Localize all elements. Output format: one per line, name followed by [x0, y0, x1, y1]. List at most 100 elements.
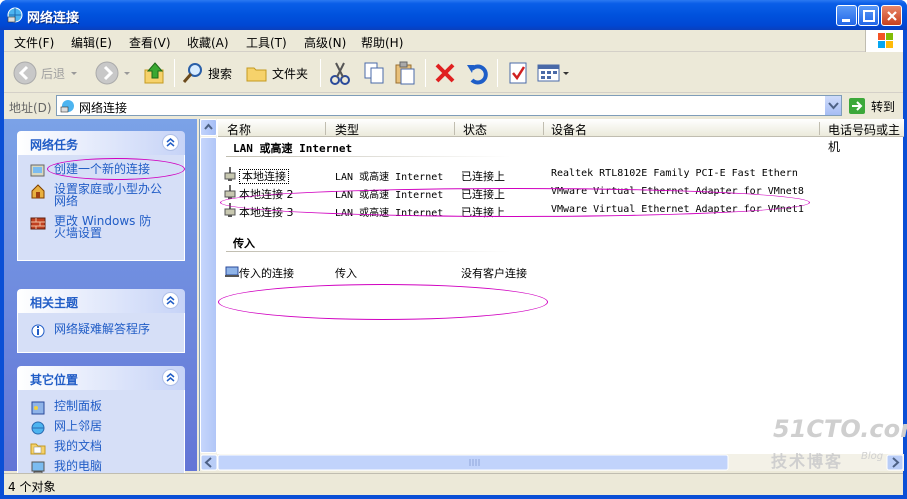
vertical-scrollbar[interactable] — [200, 119, 217, 471]
properties-button[interactable] — [505, 59, 531, 87]
folders-button[interactable]: 文件夹 — [245, 59, 308, 87]
menu-file[interactable]: 文件(F) — [14, 34, 54, 51]
network-tasks-header[interactable]: 网络任务 — [17, 131, 185, 155]
network-connections-icon — [7, 7, 23, 23]
views-button[interactable] — [536, 59, 570, 87]
other-places-header[interactable]: 其它位置 — [17, 366, 185, 390]
task-label: 创建一个新的连接 — [54, 162, 151, 176]
forward-button[interactable] — [94, 59, 132, 87]
go-label: 转到 — [871, 99, 896, 114]
row-type: 传入 — [335, 267, 357, 280]
horizontal-scrollbar[interactable] — [200, 454, 904, 471]
place-network-neighborhood[interactable]: 网上邻居 — [18, 420, 184, 435]
title-bar[interactable]: 网络连接 — [0, 0, 907, 30]
related-topics-panel: 相关主题 网络疑难解答程序 — [17, 289, 185, 353]
address-input[interactable]: 网络连接 — [56, 95, 842, 116]
column-phone[interactable]: 电话号码或主机 — [828, 121, 904, 155]
menu-bar: 文件(F) 编辑(E) 查看(V) 收藏(A) 工具(T) 高级(N) 帮助(H… — [4, 30, 903, 52]
table-row[interactable]: 本地连接 LAN 或高速 Internet 已连接上 Realtek RTL81… — [218, 166, 904, 184]
row-name: 传入的连接 — [239, 267, 294, 280]
table-row[interactable]: 传入的连接 传入 没有客户连接 — [218, 263, 904, 280]
search-label: 搜索 — [208, 66, 233, 81]
search-button[interactable]: 搜索 — [181, 59, 232, 87]
window-title: 网络连接 — [27, 11, 80, 26]
paste-button[interactable] — [392, 59, 418, 87]
place-control-panel[interactable]: 控制面板 — [18, 400, 184, 415]
scroll-up-button[interactable] — [200, 119, 217, 136]
menu-favorites[interactable]: 收藏(A) — [187, 34, 229, 51]
task-home-network[interactable]: 设置家庭或小型办公网络 — [18, 183, 168, 207]
close-button[interactable] — [881, 5, 902, 26]
scissors-icon — [330, 62, 350, 85]
collapse-button[interactable] — [162, 369, 179, 386]
maximize-button[interactable] — [858, 5, 879, 26]
task-troubleshooter[interactable]: 网络疑难解答程序 — [18, 322, 184, 338]
row-device: VMware Virtual Ethernet Adapter for VMne… — [551, 204, 804, 215]
search-icon — [182, 63, 202, 83]
table-row[interactable]: 本地连接 3 LAN 或高速 Internet 已连接上 VMware Virt… — [218, 202, 904, 219]
column-divider[interactable] — [325, 122, 326, 135]
menu-view[interactable]: 查看(V) — [129, 34, 171, 51]
row-type: LAN 或高速 Internet — [335, 190, 444, 201]
menu-tools[interactable]: 工具(T) — [246, 34, 287, 51]
minimize-button[interactable] — [836, 5, 857, 26]
network-tasks-body: 创建一个新的连接 设置家庭或小型办公网络 更改 Windows 防火墙设置 — [17, 155, 185, 261]
row-name: 本地连接 — [239, 168, 289, 184]
window-client: 文件(F) 编辑(E) 查看(V) 收藏(A) 工具(T) 高级(N) 帮助(H… — [4, 30, 904, 495]
undo-icon — [467, 64, 488, 85]
toolbar: 后退 搜索 文件夹 — [4, 53, 903, 93]
column-divider[interactable] — [543, 122, 544, 135]
place-my-computer[interactable]: 我的电脑 — [18, 460, 184, 476]
column-type[interactable]: 类型 — [335, 121, 359, 138]
windows-flag-icon — [878, 33, 893, 48]
collapse-button[interactable] — [162, 292, 179, 309]
copy-button[interactable] — [361, 59, 387, 87]
properties-icon — [509, 62, 527, 84]
address-dropdown-button[interactable] — [824, 96, 841, 115]
content-pane: 名称 类型 状态 设备名 电话号码或主机 LAN 或高速 Internet 本地… — [199, 119, 904, 471]
back-button[interactable]: 后退 — [12, 59, 79, 87]
scroll-thumb[interactable] — [200, 137, 217, 453]
task-create-connection[interactable]: 创建一个新的连接 — [18, 162, 184, 177]
column-status[interactable]: 状态 — [463, 121, 487, 138]
undo-button[interactable] — [464, 59, 490, 87]
task-label: 更改 Windows 防火墙设置 — [54, 214, 152, 240]
incoming-connection-icon — [225, 266, 239, 277]
row-status: 已连接上 — [461, 206, 505, 219]
home-network-icon — [31, 184, 45, 199]
horizontal-scrollbar-track — [200, 454, 904, 471]
task-label: 网络疑难解答程序 — [54, 322, 151, 336]
network-connections-icon — [60, 100, 74, 113]
cut-button[interactable] — [327, 59, 353, 87]
menu-advanced[interactable]: 高级(N) — [304, 34, 346, 51]
delete-button[interactable] — [432, 59, 458, 87]
menu-help[interactable]: 帮助(H) — [361, 34, 403, 51]
back-arrow-icon — [13, 61, 37, 85]
collapse-button[interactable] — [162, 134, 179, 151]
task-firewall[interactable]: 更改 Windows 防火墙设置 — [18, 215, 158, 239]
column-name[interactable]: 名称 — [227, 121, 251, 138]
place-my-documents[interactable]: 我的文档 — [18, 439, 184, 455]
folder-icon — [246, 67, 267, 82]
firewall-icon — [30, 217, 46, 230]
row-device: VMware Virtual Ethernet Adapter for VMne… — [551, 186, 804, 197]
menu-edit[interactable]: 编辑(E) — [71, 34, 112, 51]
double-chevron-up-icon — [166, 138, 175, 147]
column-divider[interactable] — [819, 122, 820, 135]
status-text: 4 个对象 — [8, 480, 56, 494]
address-label: 地址(D) — [9, 101, 52, 115]
group-title-lan: LAN 或高速 Internet — [233, 142, 353, 155]
column-device[interactable]: 设备名 — [551, 121, 587, 138]
network-places-icon — [31, 421, 45, 435]
go-button[interactable]: 转到 — [848, 96, 895, 116]
table-row[interactable]: 本地连接 2 LAN 或高速 Internet 已连接上 VMware Virt… — [218, 184, 904, 201]
up-folder-button[interactable] — [142, 59, 168, 87]
column-divider[interactable] — [454, 122, 455, 135]
forward-arrow-icon — [95, 61, 119, 85]
chevron-up-icon — [204, 123, 213, 130]
related-topics-header[interactable]: 相关主题 — [17, 289, 185, 313]
double-chevron-up-icon — [166, 373, 175, 382]
lan-connection-icon — [224, 167, 236, 181]
minimize-icon — [842, 19, 850, 22]
place-label: 我的文档 — [54, 439, 103, 453]
